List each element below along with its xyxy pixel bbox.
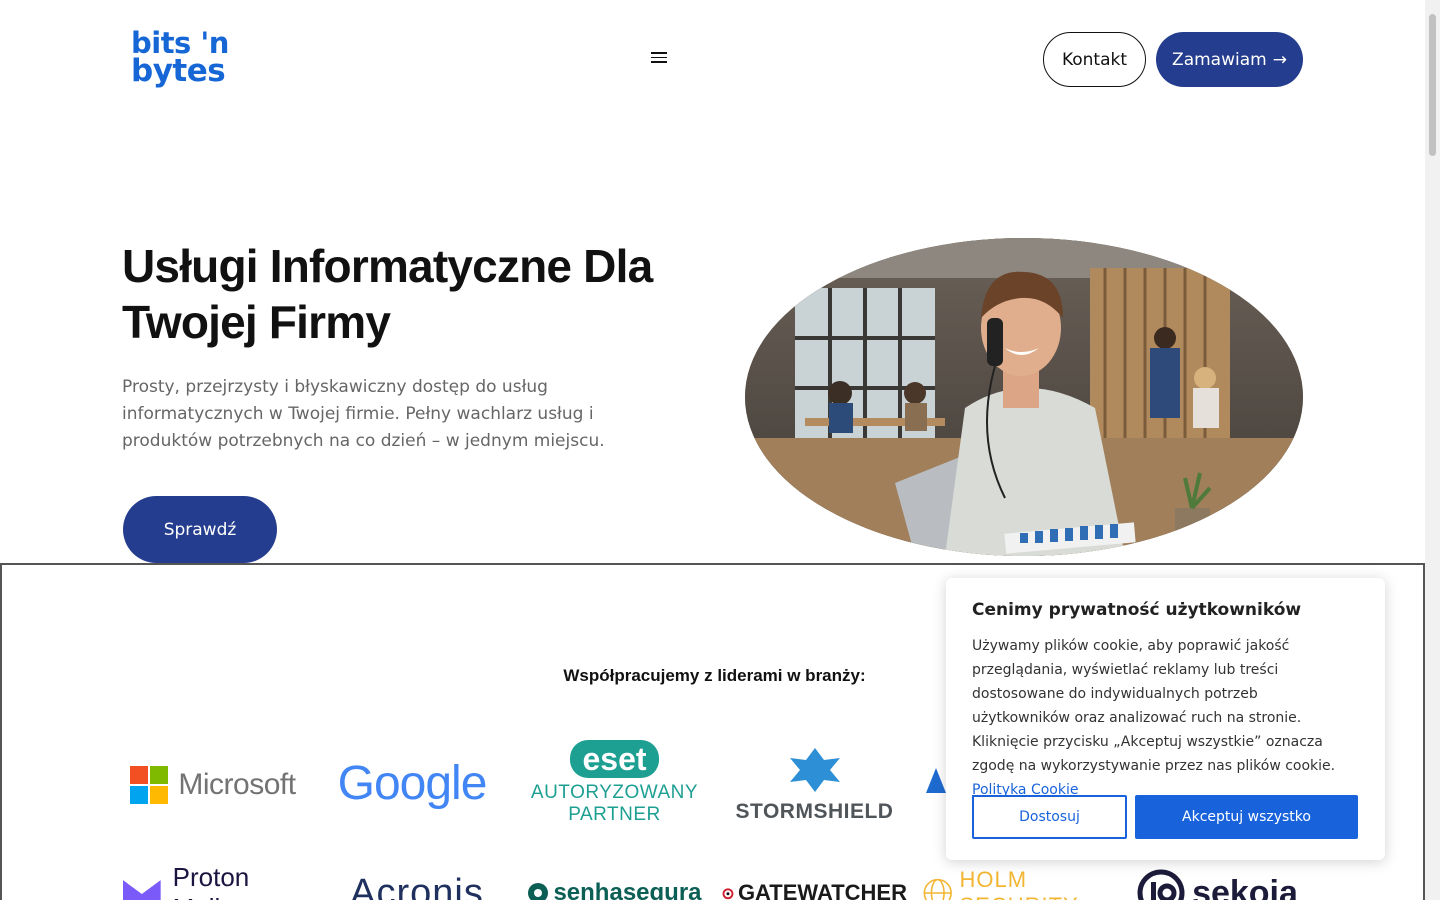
hero-image [745,238,1303,556]
microsoft-icon [130,766,169,804]
contact-button-label: Kontakt [1061,49,1128,70]
hero-title-line-2: Twojej Firmy [122,296,391,348]
gatewatcher-icon [722,888,734,900]
protonmail-icon [123,880,161,900]
customize-cookies-button[interactable]: Dostosuj [972,795,1127,839]
stormshield-wordmark: STORMSHIELD [735,800,894,823]
brand-logo[interactable]: bits 'n bytes [131,28,229,89]
globe-icon [923,878,952,900]
hero-title: Usługi Informatyczne Dla Twojej Firmy [122,238,722,350]
arrow-right-icon: → [1272,49,1287,70]
senhasegura-wordmark: senhasegura [553,879,702,900]
partial-partner-logo [926,763,946,793]
sekoia-icon [1137,869,1185,900]
gatewatcher-logo: GATEWATCHER [722,843,907,900]
cookie-title: Cenimy prywatność użytkowników [972,600,1302,620]
eset-logo: eset AUTORYZOWANY PARTNER [522,733,707,833]
microsoft-wordmark: Microsoft [178,768,296,801]
order-button[interactable]: Zamawiam → [1156,32,1303,87]
google-wordmark: Google [337,756,488,810]
cookie-consent-dialog: Cenimy prywatność użytkowników Używamy p… [946,578,1385,860]
cookie-text-body: Używamy plików cookie, aby poprawić jako… [972,638,1336,774]
check-button[interactable]: Sprawdź [123,496,277,563]
protonmail-logo: Proton Mail [123,843,303,900]
cookie-text: Używamy plików cookie, aby poprawić jako… [972,634,1359,802]
microsoft-logo: Microsoft [123,735,303,835]
hero-description: Prosty, przejrzysty i błyskawiczny dostę… [122,377,605,451]
eset-wordmark: eset [570,740,659,778]
eset-partner-line-1: AUTORYZOWANY [530,782,699,803]
contact-button[interactable]: Kontakt [1043,32,1146,87]
logo-line-2: bytes [131,53,226,89]
page-scrollbar[interactable] [1425,0,1440,900]
scrollbar-thumb[interactable] [1429,14,1436,156]
accept-all-cookies-button[interactable]: Akceptuj wszystko [1135,795,1358,839]
hamburger-icon[interactable] [650,49,668,67]
site-header: bits 'n bytes Kontakt Zamawiam → [0,0,1425,118]
senhasegura-icon [528,883,549,900]
eset-partner-line-2: PARTNER [568,804,661,825]
sekoia-wordmark: sekoia [1192,873,1298,900]
protonmail-wordmark: Proton Mail [172,862,250,900]
cookie-buttons: Dostosuj Akceptuj wszystko [972,795,1358,839]
holmsecurity-wordmark: HOLM SECURITY [959,867,1077,900]
gatewatcher-wordmark: GATEWATCHER [737,880,907,900]
office-man-phone-illustration [745,238,1303,556]
hero-title-line-1: Usługi Informatyczne Dla [122,240,653,292]
stormshield-logo: STORMSHIELD [722,735,907,835]
acronis-wordmark: Acronis [350,871,484,900]
order-button-label: Zamawiam [1172,49,1267,70]
acronis-logo: Acronis [332,843,502,900]
stormshield-icon [789,748,840,792]
senhasegura-logo: senhasegura [522,843,707,900]
google-logo: Google [332,733,492,833]
check-button-label: Sprawdź [163,519,237,540]
